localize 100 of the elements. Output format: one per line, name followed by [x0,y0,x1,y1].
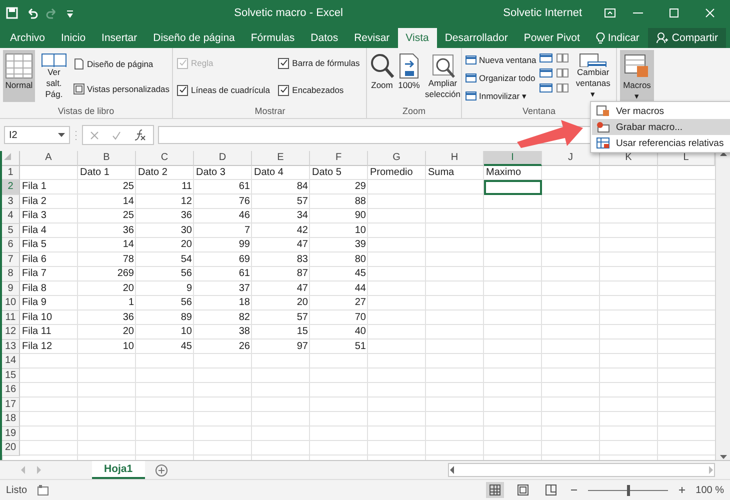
ribbon-tab[interactable]: Archivo [2,28,54,48]
table-cell-text: 36 [180,209,193,223]
row-header[interactable]: 2 [2,180,20,194]
column-header[interactable]: A [20,151,78,166]
zoom-button[interactable]: 100% [397,50,421,102]
table-cell-text: 40 [354,325,367,339]
zoom-button[interactable]: Ampliar selección [424,50,462,102]
table-cell-text: 14 [122,238,135,252]
row-header[interactable]: 3 [2,194,20,209]
table-cell-text: 45 [180,340,193,354]
redo-icon [46,7,58,19]
view-button[interactable]: Vistas personalizadas [73,81,170,96]
ribbon-tab[interactable]: Inicio [53,28,94,48]
page-icon [73,58,85,70]
ribbon-tab[interactable]: Power Pivot [516,28,588,48]
slider-thumb[interactable] [626,484,630,496]
scroll-right-icon [708,466,714,474]
split-icon [539,67,554,79]
row-header[interactable]: 13 [2,340,20,354]
view-button[interactable]: Ver salt. Pág. [38,50,70,102]
window-button[interactable]: Nueva ventana [465,52,536,67]
next-sheet-icon [36,466,42,474]
check-icon [178,86,186,94]
table-cell-text: 80 [354,252,367,266]
checkbox[interactable]: Encabezados [278,81,363,99]
ribbon-tab[interactable]: Diseño de página [145,28,243,48]
table-cell-text: 39 [354,238,367,252]
menu-item[interactable]: Grabar macro... [592,119,730,135]
ribbon-tab[interactable]: Desarrollador [436,28,516,48]
sheet-tab[interactable]: Hoja1 [92,461,145,479]
view-button[interactable]: Diseño de página [73,56,170,71]
table-cell-text: 18 [238,296,251,310]
column-header[interactable]: G [368,151,426,166]
column-header[interactable]: J [542,151,600,166]
zoom-selection-icon [430,52,456,78]
table-cell-text: 11 [180,180,193,194]
row-header[interactable]: 8 [2,267,20,282]
row-header[interactable]: 12 [2,325,20,340]
arrow-icon [515,118,585,148]
row-header[interactable]: 11 [2,310,20,325]
row-header[interactable]: 7 [2,252,20,267]
vertical-scrollbar[interactable] [715,151,730,460]
row-header[interactable]: 16 [2,383,20,398]
ribbon-tab[interactable]: Fórmulas [242,28,303,48]
column-header[interactable]: B [78,151,136,166]
column-header[interactable]: C [136,151,194,166]
row-header[interactable]: 18 [2,412,20,426]
check-icon [280,86,288,94]
row-header[interactable]: 9 [2,282,20,296]
page-break-icon [544,484,557,496]
column-header[interactable]: I [484,151,542,166]
check-icon [178,59,186,67]
ribbon-tab[interactable]: Vista [398,28,437,48]
window-button[interactable]: Organizar todo [465,70,536,85]
name-box[interactable]: I2 [4,126,70,144]
table-cell-text: Fila 4 [21,224,48,238]
column-header[interactable]: D [194,151,252,166]
column-header[interactable]: E [252,151,310,166]
row-header[interactable]: 19 [2,426,20,441]
menu-item[interactable]: Usar referencias relativas [592,135,730,151]
table-cell-text: 56 [180,267,193,281]
window-icon [465,72,477,84]
ribbon-tab[interactable]: Revisar [346,28,398,48]
share-button[interactable]: Compartir [648,28,726,48]
switch-windows-button[interactable]: Cambiar ventanas ▾ [573,50,613,102]
account-name[interactable]: Solvetic Internet [503,7,582,19]
tell-me-field[interactable]: Indicar [588,28,648,48]
column-header[interactable]: F [310,151,368,166]
table-cell-text: 57 [296,310,309,324]
column-header[interactable]: H [426,151,484,166]
function-icon [134,129,146,141]
table-cell-text: 89 [180,310,193,324]
row-header[interactable]: 20 [2,441,20,456]
row-header[interactable]: 4 [2,209,20,224]
scroll-left-icon [449,466,455,474]
view-button[interactable] [486,482,504,498]
table-cell-text: 29 [354,180,367,194]
row-header[interactable]: 6 [2,238,20,252]
zoom-button[interactable]: Zoom [370,50,394,102]
window-button[interactable]: Inmovilizar ▾ [465,88,536,103]
row-header[interactable]: 17 [2,398,20,412]
table-cell-text: 47 [296,238,309,252]
view-button[interactable]: Normal [3,50,35,102]
table-cell-text: Dato 4 [253,166,284,180]
row-header[interactable]: 14 [2,354,20,368]
horizontal-scrollbar[interactable] [448,463,715,477]
ribbon-tab[interactable]: Datos [302,28,346,48]
row-header[interactable]: 15 [2,368,20,383]
row-header[interactable]: 10 [2,296,20,310]
macro-list-icon [596,105,610,117]
checkbox[interactable]: Líneas de cuadrícula [177,81,274,99]
check-icon [280,59,288,67]
ribbon-tab[interactable]: Insertar [94,28,146,48]
table-cell-text: 82 [238,310,251,324]
table-cell-text: 7 [243,224,251,238]
group-label: Mostrar [254,105,286,118]
row-header[interactable]: 5 [2,224,20,238]
row-header[interactable]: 1 [2,166,20,180]
checkbox[interactable]: Barra de fórmulas [278,54,363,72]
table-cell-text: 20 [122,282,135,296]
